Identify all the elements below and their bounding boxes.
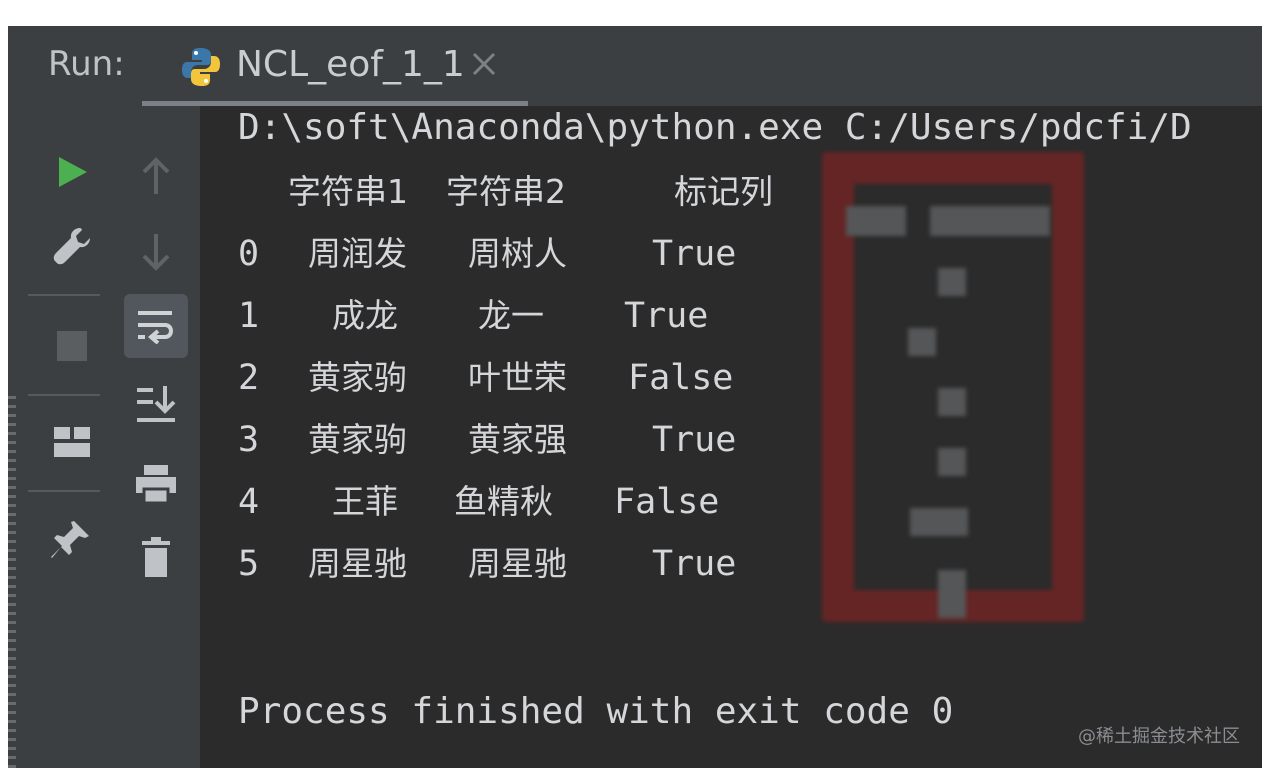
cell-string1: 王菲 — [332, 482, 398, 521]
cell-string1: 成龙 — [332, 296, 398, 335]
row-index: 5 — [238, 544, 260, 584]
cell-string1: 周星驰 — [308, 544, 407, 583]
run-icon[interactable] — [44, 144, 100, 200]
sidebar-right-column — [112, 106, 200, 768]
run-tab[interactable]: NCL_eof_1_1 — [142, 26, 528, 106]
pin-icon[interactable] — [42, 512, 98, 568]
cell-string2: 黄家强 — [468, 420, 567, 459]
trash-icon[interactable] — [128, 530, 184, 586]
column-header: 字符串2 — [446, 172, 566, 211]
cell-flag: False — [628, 358, 734, 398]
arrow-up-icon[interactable] — [128, 148, 184, 204]
layout-icon[interactable] — [44, 414, 100, 470]
redacted-block — [938, 388, 966, 416]
cell-flag: False — [614, 482, 720, 522]
print-icon[interactable] — [128, 456, 184, 512]
redacted-block — [910, 508, 968, 536]
run-tool-window: Run: NCL_eof_1_1 D:\soft\Anaconda\python… — [8, 26, 1262, 768]
redacted-block — [930, 206, 1050, 236]
cell-flag: True — [624, 296, 709, 336]
cell-flag: True — [652, 420, 737, 460]
stop-icon[interactable] — [44, 318, 100, 374]
column-header: 标记列 — [674, 172, 773, 211]
cell-string1: 黄家驹 — [308, 420, 407, 459]
scroll-to-end-icon[interactable] — [128, 376, 184, 432]
wrench-icon[interactable] — [44, 218, 100, 274]
run-toolbar-header: Run: NCL_eof_1_1 — [8, 26, 1262, 106]
sidebar-separator — [28, 294, 100, 296]
console-output[interactable]: D:\soft\Anaconda\python.exe C:/Users/pdc… — [200, 106, 1262, 768]
row-index: 1 — [238, 296, 260, 336]
cell-string1: 周润发 — [308, 234, 407, 273]
close-icon[interactable] — [470, 50, 498, 78]
run-sidebar — [8, 106, 200, 768]
python-icon — [180, 46, 222, 88]
sidebar-left-column — [8, 106, 112, 768]
soft-wrap-icon[interactable] — [124, 294, 188, 358]
row-index: 3 — [238, 420, 260, 460]
column-header: 字符串1 — [288, 172, 408, 211]
cell-string1: 黄家驹 — [308, 358, 407, 397]
redacted-block — [908, 328, 936, 356]
run-label: Run: — [48, 44, 125, 84]
cell-flag: True — [652, 544, 737, 584]
exit-message: Process finished with exit code 0 — [238, 691, 954, 732]
cell-string2: 叶世荣 — [468, 358, 567, 397]
cell-string2: 鱼精秋 — [454, 482, 553, 521]
row-index: 2 — [238, 358, 260, 398]
redacted-block — [938, 448, 966, 476]
sidebar-separator — [28, 394, 100, 396]
cell-string2: 龙一 — [478, 296, 544, 335]
cell-flag: True — [652, 234, 737, 274]
watermark: @稀土掘金技术社区 — [1078, 726, 1240, 747]
row-index: 0 — [238, 234, 260, 274]
tab-title: NCL_eof_1_1 — [236, 44, 465, 85]
row-index: 4 — [238, 482, 260, 522]
cell-string2: 周树人 — [468, 234, 567, 273]
cell-string2: 周星驰 — [468, 544, 567, 583]
redacted-block — [846, 206, 906, 236]
redacted-block — [938, 268, 966, 296]
sidebar-separator — [28, 490, 100, 492]
arrow-down-icon[interactable] — [128, 224, 184, 280]
command-line: D:\soft\Anaconda\python.exe C:/Users/pdc… — [238, 107, 1192, 148]
redacted-block — [938, 570, 966, 618]
